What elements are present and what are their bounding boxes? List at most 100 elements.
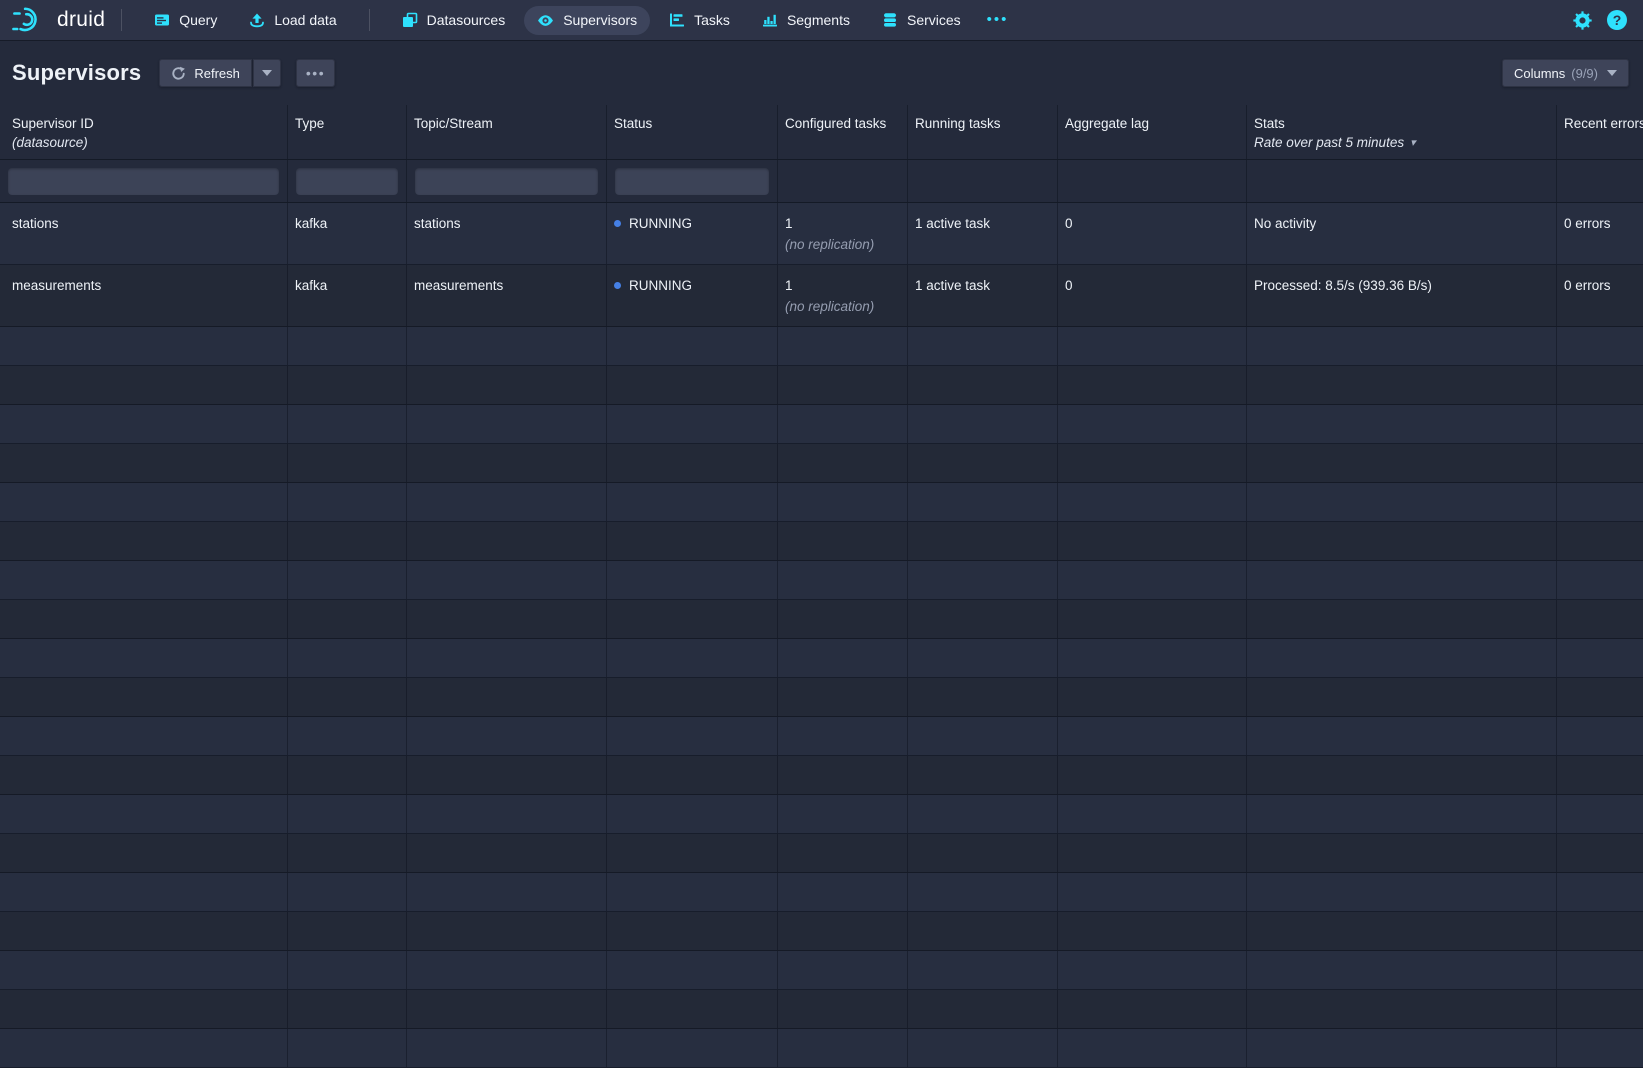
table-filter-row xyxy=(0,160,1643,203)
column-header-stats[interactable]: Stats Rate over past 5 minutes ▾ xyxy=(1247,105,1557,159)
refresh-label: Refresh xyxy=(194,66,240,81)
empty-cell xyxy=(607,366,778,404)
empty-cell xyxy=(0,756,288,794)
nav-item-query[interactable]: Query xyxy=(141,6,230,34)
empty-cell xyxy=(0,366,288,404)
empty-cell xyxy=(778,327,908,365)
empty-row xyxy=(0,366,1643,405)
topic-cell: stations xyxy=(407,203,607,264)
empty-cell xyxy=(0,327,288,365)
empty-cell xyxy=(1557,990,1643,1028)
empty-cell xyxy=(407,366,607,404)
empty-cell xyxy=(607,873,778,911)
supervisor-row-stations[interactable]: stations kafka stations RUNNING 1 (no re… xyxy=(0,203,1643,265)
empty-cell xyxy=(1557,405,1643,443)
nav-label: Supervisors xyxy=(563,12,637,28)
filter-cell xyxy=(407,160,607,202)
empty-cell xyxy=(288,639,407,677)
empty-cell xyxy=(407,1029,607,1067)
empty-cell xyxy=(1557,483,1643,521)
empty-cell xyxy=(1058,912,1247,950)
stats-rate-dropdown[interactable]: Rate over past 5 minutes ▾ xyxy=(1254,135,1549,150)
column-header-status[interactable]: Status xyxy=(607,105,778,159)
empty-cell xyxy=(1557,1029,1643,1067)
nav-label: Segments xyxy=(787,12,850,28)
empty-cell xyxy=(1247,600,1557,638)
empty-row xyxy=(0,717,1643,756)
settings-gear-icon[interactable] xyxy=(1573,11,1592,30)
type-cell: kafka xyxy=(288,203,407,264)
column-header-aggregate-lag[interactable]: Aggregate lag xyxy=(1058,105,1247,159)
empty-cell xyxy=(407,639,607,677)
nav-item-supervisors[interactable]: Supervisors xyxy=(524,6,650,35)
filter-topic-stream-input[interactable] xyxy=(415,168,598,195)
empty-cell xyxy=(407,522,607,560)
empty-cell xyxy=(1247,405,1557,443)
druid-brand[interactable]: druid xyxy=(12,5,105,36)
empty-cell xyxy=(778,756,908,794)
empty-cell xyxy=(1247,639,1557,677)
empty-cell xyxy=(1058,717,1247,755)
empty-cell xyxy=(607,639,778,677)
empty-cell xyxy=(407,444,607,482)
columns-dropdown-button[interactable]: Columns (9/9) xyxy=(1502,59,1629,87)
empty-cell xyxy=(908,873,1058,911)
empty-cell xyxy=(1058,522,1247,560)
empty-cell xyxy=(288,366,407,404)
empty-row xyxy=(0,444,1643,483)
page-more-button[interactable]: ••• xyxy=(296,59,335,87)
empty-cell xyxy=(407,756,607,794)
column-header-configured-tasks[interactable]: Configured tasks xyxy=(778,105,908,159)
column-header-running-tasks[interactable]: Running tasks xyxy=(908,105,1058,159)
empty-cell xyxy=(288,873,407,911)
empty-cell xyxy=(908,678,1058,716)
empty-cell xyxy=(1557,951,1643,989)
empty-cell xyxy=(778,483,908,521)
refresh-interval-dropdown-button[interactable] xyxy=(253,59,281,87)
empty-cell xyxy=(1058,873,1247,911)
empty-cell xyxy=(607,990,778,1028)
table-body: stations kafka stations RUNNING 1 (no re… xyxy=(0,203,1643,1068)
nav-item-load-data[interactable]: Load data xyxy=(236,6,349,34)
nav-more-button[interactable]: ••• xyxy=(977,9,1019,31)
empty-cell xyxy=(607,834,778,872)
empty-cell xyxy=(288,1029,407,1067)
empty-cell xyxy=(407,795,607,833)
empty-cell xyxy=(288,405,407,443)
column-header-topic-stream[interactable]: Topic/Stream xyxy=(407,105,607,159)
empty-cell xyxy=(607,717,778,755)
column-header-recent-errors[interactable]: Recent errors xyxy=(1557,105,1643,159)
filter-type-input[interactable] xyxy=(296,168,398,195)
empty-cell xyxy=(407,834,607,872)
nav-item-segments[interactable]: Segments xyxy=(749,6,863,34)
nav-item-datasources[interactable]: Datasources xyxy=(389,6,519,34)
empty-row xyxy=(0,951,1643,990)
empty-cell xyxy=(1058,561,1247,599)
filter-supervisor-id-input[interactable] xyxy=(8,168,279,195)
column-header-type[interactable]: Type xyxy=(288,105,407,159)
empty-cell xyxy=(0,561,288,599)
empty-cell xyxy=(407,600,607,638)
empty-cell xyxy=(607,444,778,482)
nav-item-tasks[interactable]: Tasks xyxy=(656,6,743,34)
empty-cell xyxy=(1058,327,1247,365)
filter-status-input[interactable] xyxy=(615,168,769,195)
empty-cell xyxy=(778,561,908,599)
supervisor-row-measurements[interactable]: measurements kafka measurements RUNNING … xyxy=(0,265,1643,327)
refresh-button[interactable]: Refresh xyxy=(159,59,252,87)
configured-tasks-cell: 1 (no replication) xyxy=(778,265,908,326)
empty-cell xyxy=(407,405,607,443)
empty-cell xyxy=(288,483,407,521)
empty-cell xyxy=(407,912,607,950)
empty-cell xyxy=(1058,483,1247,521)
empty-cell xyxy=(607,405,778,443)
recent-errors-cell: 0 errors xyxy=(1557,203,1643,264)
empty-cell xyxy=(908,444,1058,482)
nav-item-services[interactable]: Services xyxy=(869,6,974,34)
empty-cell xyxy=(778,912,908,950)
empty-cell xyxy=(778,717,908,755)
help-icon[interactable]: ? xyxy=(1607,10,1627,30)
column-header-supervisor-id[interactable]: Supervisor ID (datasource) xyxy=(0,105,288,159)
filter-cell xyxy=(607,160,778,202)
empty-cell xyxy=(607,1029,778,1067)
